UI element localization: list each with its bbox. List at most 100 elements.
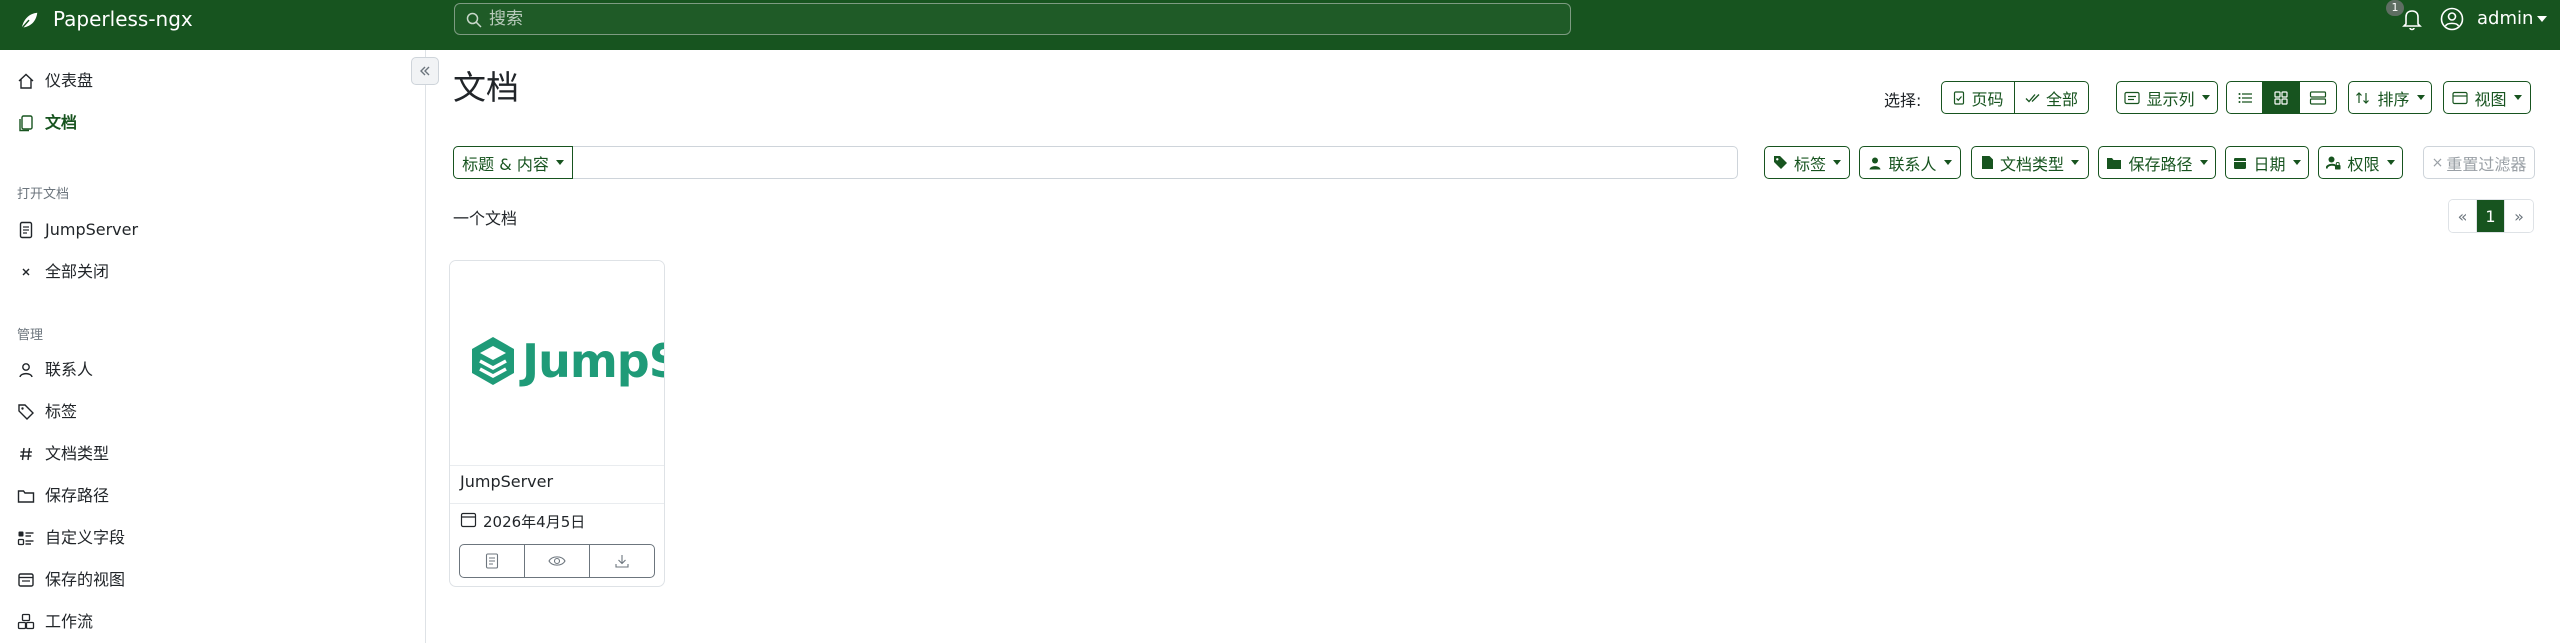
sidebar-item-open-doc[interactable]: JumpServer	[0, 214, 426, 246]
sidebar-item-label: 自定义字段	[45, 528, 126, 547]
file-text-icon	[19, 221, 33, 239]
document-thumbnail[interactable]: JumpServer	[450, 261, 664, 466]
open-document-button[interactable]	[460, 545, 525, 577]
close-icon: ×	[2431, 154, 2444, 171]
sidebar-item-custom-fields[interactable]: 自定义字段	[0, 522, 426, 554]
permissions-filter-label: 权限	[2347, 154, 2380, 174]
sidebar-item-workflows[interactable]: 工作流	[0, 606, 426, 638]
sidebar-item-correspondents[interactable]: 联系人	[0, 354, 426, 386]
card-actions-group	[459, 544, 655, 578]
user-circle-icon[interactable]	[2440, 7, 2464, 31]
permissions-filter-button[interactable]: 权限	[2318, 146, 2403, 179]
search-input[interactable]	[489, 7, 1559, 31]
file-text-icon	[485, 553, 499, 569]
boxes-icon	[17, 613, 35, 630]
sidebar-collapse-button[interactable]	[411, 57, 439, 85]
thumbnail-text: JumpServer	[522, 334, 664, 388]
list-icon	[2238, 92, 2252, 103]
select-all-button[interactable]: 全部	[2015, 82, 2088, 113]
open-documents-heading: 打开文档	[17, 187, 70, 202]
manage-heading: 管理	[17, 328, 44, 343]
sidebar: 仪表盘 文档 打开文档 JumpServer 全部关闭 管理 联系人 标签 文档…	[0, 50, 426, 643]
caret-down-icon	[2199, 160, 2208, 165]
document-type-filter-button[interactable]: 文档类型	[1971, 146, 2089, 179]
pagination-previous[interactable]: «	[2449, 200, 2477, 232]
select-page-label: 页码	[1971, 89, 2004, 109]
jumpserver-logo-icon	[472, 337, 514, 385]
sidebar-item-storage-paths[interactable]: 保存路径	[0, 480, 426, 512]
search-icon	[466, 12, 482, 28]
sort-button[interactable]: 排序	[2348, 81, 2432, 114]
bell-icon[interactable]	[2398, 4, 2426, 34]
pagination: « 1 »	[2448, 199, 2534, 233]
sidebar-item-label: 文档	[45, 113, 78, 132]
caret-down-icon	[2292, 160, 2301, 165]
views-label: 视图	[2474, 89, 2507, 109]
date-filter-label: 日期	[2253, 154, 2286, 174]
pagination-page-1[interactable]: 1	[2477, 200, 2505, 232]
list-view-button[interactable]	[2227, 82, 2264, 113]
sidebar-item-label: 文档类型	[45, 444, 110, 463]
show-columns-label: 显示列	[2146, 89, 2195, 109]
card-divider	[450, 503, 664, 504]
tags-filter-button[interactable]: 标签	[1764, 146, 1850, 179]
sidebar-item-dashboard[interactable]: 仪表盘	[0, 65, 426, 97]
display-mode-group	[2226, 81, 2337, 114]
document-title: JumpServer	[460, 472, 554, 491]
document-card[interactable]: JumpServer JumpServer 2026年4月5日	[449, 260, 665, 587]
chevron-down-icon[interactable]	[2537, 16, 2547, 22]
storage-path-filter-button[interactable]: 保存路径	[2098, 146, 2216, 179]
window-stack-icon	[18, 573, 34, 587]
sidebar-item-close-all[interactable]: 全部关闭	[0, 256, 426, 288]
tag-icon	[1773, 156, 1787, 169]
folder-icon	[17, 490, 35, 503]
leaf-logo-icon[interactable]	[18, 10, 40, 32]
calendar-fill-icon	[2234, 157, 2247, 169]
user-menu-name[interactable]: admin	[2477, 7, 2533, 31]
tags-icon	[18, 404, 34, 420]
small-cards-view-button[interactable]	[2263, 82, 2300, 113]
document-type-filter-label: 文档类型	[1999, 154, 2064, 174]
caret-down-icon	[2071, 160, 2079, 165]
sidebar-item-tags[interactable]: 标签	[0, 396, 426, 428]
date-filter-button[interactable]: 日期	[2225, 146, 2309, 179]
grid-icon	[2274, 90, 2288, 105]
show-columns-button[interactable]: 显示列	[2116, 81, 2218, 114]
person-lock-icon	[2326, 156, 2341, 170]
file-check-icon	[1954, 90, 1965, 105]
global-search[interactable]	[454, 3, 1571, 35]
download-document-button[interactable]	[590, 545, 654, 577]
text-filter-type-dropdown[interactable]: 标题 & 内容	[453, 146, 573, 179]
hash-icon	[20, 447, 32, 461]
sidebar-item-label: 保存的视图	[45, 570, 126, 589]
pagination-next[interactable]: »	[2505, 200, 2533, 232]
preview-document-button[interactable]	[525, 545, 590, 577]
sidebar-item-documents[interactable]: 文档	[0, 107, 426, 139]
window-icon	[2452, 91, 2469, 104]
sidebar-item-saved-views[interactable]: 保存的视图	[0, 564, 426, 596]
reset-filters-button[interactable]: × 重置过滤器	[2423, 146, 2535, 179]
app-name[interactable]: Paperless-ngx	[53, 6, 193, 32]
sidebar-item-label: 仪表盘	[45, 71, 94, 90]
folder-fill-icon	[2107, 157, 2122, 169]
sidebar-item-label: 全部关闭	[45, 262, 110, 281]
correspondent-filter-label: 联系人	[1888, 154, 1937, 174]
caret-down-icon	[555, 160, 564, 165]
text-filter-input[interactable]	[580, 151, 1720, 175]
correspondent-filter-button[interactable]: 联系人	[1859, 146, 1961, 179]
select-page-button[interactable]: 页码	[1942, 82, 2015, 113]
large-cards-view-button[interactable]	[2300, 82, 2336, 113]
caret-down-icon	[2513, 95, 2522, 100]
tags-filter-label: 标签	[1793, 154, 1826, 174]
sidebar-item-label: 联系人	[45, 360, 94, 379]
person-fill-icon	[1869, 157, 1881, 169]
person-icon	[19, 363, 33, 378]
card-text-icon	[2124, 91, 2141, 104]
ui-checks-icon	[17, 531, 34, 546]
document-count: 一个文档	[453, 209, 518, 228]
reset-filters-label: 重置过滤器	[2446, 154, 2527, 174]
sidebar-item-document-types[interactable]: 文档类型	[0, 438, 426, 470]
eye-icon	[548, 556, 566, 566]
files-icon	[19, 115, 33, 132]
views-button[interactable]: 视图	[2443, 81, 2531, 114]
